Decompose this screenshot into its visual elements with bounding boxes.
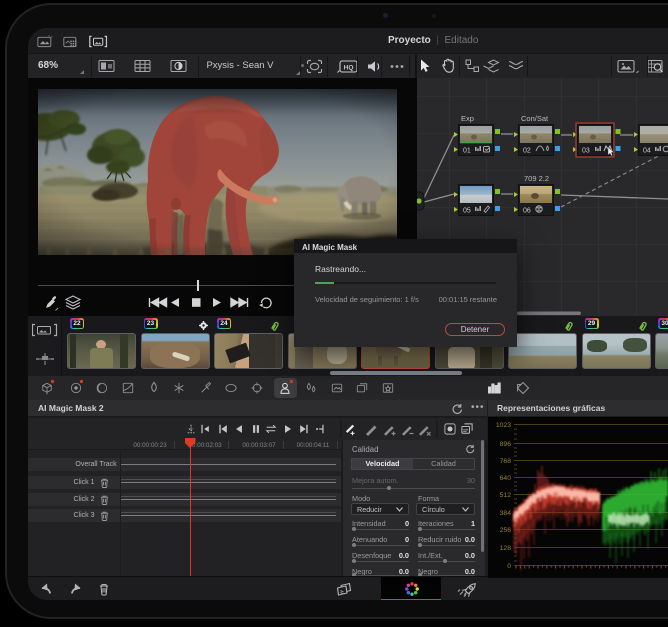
- svg-text:Con/Sat: Con/Sat: [521, 114, 549, 123]
- svg-text:640: 640: [500, 475, 512, 482]
- svg-text:128: 128: [500, 545, 512, 552]
- svg-text:05: 05: [463, 208, 471, 215]
- svg-text:896: 896: [500, 441, 512, 448]
- svg-text:01: 01: [463, 148, 471, 155]
- svg-text:02: 02: [523, 148, 531, 155]
- svg-text:06: 06: [523, 208, 531, 215]
- svg-text:384: 384: [500, 510, 512, 517]
- svg-text:03: 03: [582, 148, 590, 155]
- svg-text:512: 512: [500, 492, 512, 499]
- svg-text:04: 04: [643, 148, 651, 155]
- svg-text:768: 768: [500, 458, 512, 465]
- svg-text:709 2.2: 709 2.2: [524, 174, 549, 183]
- svg-text:HQ: HQ: [344, 65, 354, 72]
- svg-text:0: 0: [507, 563, 511, 570]
- svg-text:256: 256: [500, 527, 512, 534]
- svg-text:1023: 1023: [496, 422, 511, 429]
- svg-text:Exp: Exp: [461, 114, 474, 123]
